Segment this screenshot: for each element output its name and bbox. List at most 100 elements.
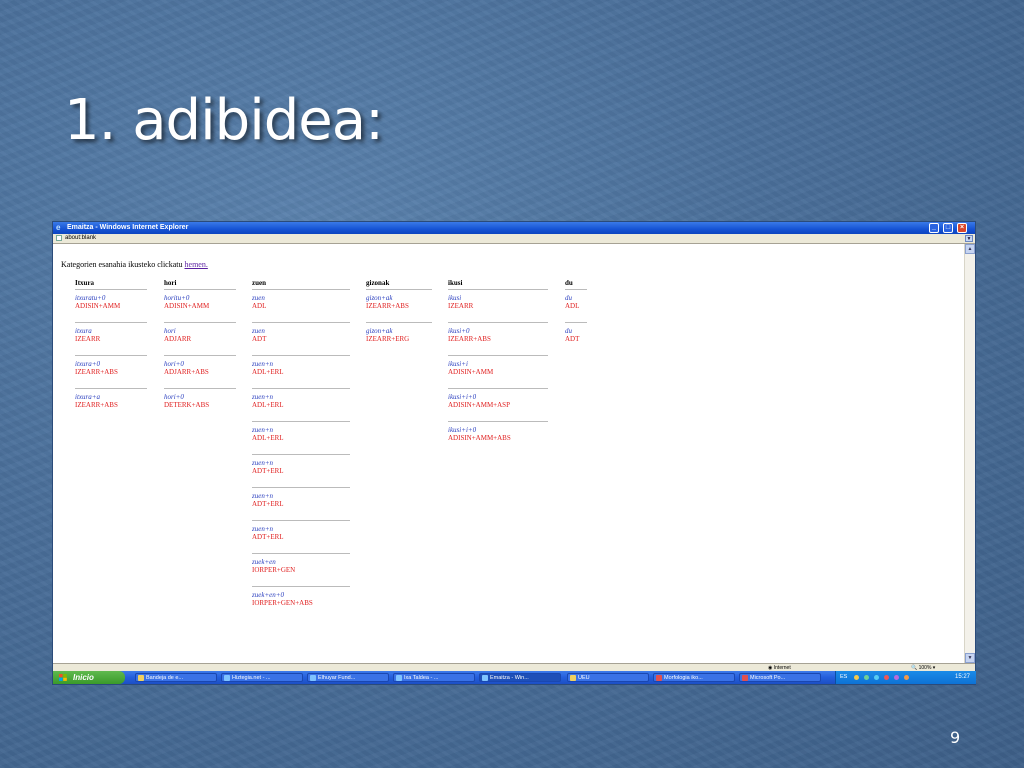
entry-tag: ADISIN+AMM: [164, 302, 210, 310]
entry-form: ikusi+i+0: [448, 393, 477, 401]
address-bar[interactable]: about:blank ▼: [53, 234, 975, 244]
entry-form: zuen+n: [252, 393, 274, 401]
entry-separator: [252, 289, 350, 290]
page-content: Kategorien esanahia ikusteko clickatu he…: [53, 244, 965, 663]
taskbar-button[interactable]: Ixa Taldea - ...: [393, 673, 475, 682]
column-header: hori: [164, 279, 177, 287]
hemen-link[interactable]: hemen.: [185, 260, 208, 269]
entry-form: zuen: [252, 327, 265, 335]
column-header: zuen: [252, 279, 266, 287]
ie-icon: e: [56, 223, 61, 232]
entry-form: zuek+en+0: [252, 591, 284, 599]
entry-separator: [448, 421, 548, 422]
entry-tag: ADL: [252, 302, 267, 310]
entry-tag: IORPER+GEN: [252, 566, 296, 574]
entry-tag: IORPER+GEN+ABS: [252, 599, 313, 607]
taskbar-button[interactable]: Emaitza - Win...: [479, 673, 561, 682]
entry-separator: [448, 388, 548, 389]
entry-form: itxura: [75, 327, 92, 335]
language-indicator[interactable]: ES: [840, 671, 847, 684]
tray-icon[interactable]: [884, 675, 889, 680]
address-text[interactable]: about:blank: [65, 234, 96, 243]
tray-icon[interactable]: [874, 675, 879, 680]
entry-separator: [75, 322, 147, 323]
column-header: du: [565, 279, 573, 287]
analysis-entry: zuen+n ADL+ERL: [252, 426, 284, 442]
entry-separator: [252, 520, 350, 521]
entry-form: zuen+n: [252, 426, 274, 434]
start-button[interactable]: Inicio: [53, 671, 125, 684]
scroll-down-icon[interactable]: ▼: [965, 653, 975, 663]
entry-separator: [252, 388, 350, 389]
entry-separator: [565, 322, 587, 323]
entry-separator: [164, 322, 236, 323]
clock: 15:27: [954, 674, 970, 680]
entry-separator: [75, 355, 147, 356]
analysis-entry: ikusi+i ADISIN+AMM: [448, 360, 493, 376]
entry-tag: DETERK+ABS: [164, 401, 210, 409]
entry-tag: IZEARR+ERG: [366, 335, 410, 343]
entry-tag: ADJARR+ABS: [164, 368, 209, 376]
analysis-entry: du ADL: [565, 294, 579, 310]
app-icon: [138, 675, 144, 681]
entry-separator: [448, 322, 548, 323]
analysis-entry: gizon+ak IZEARR+ABS: [366, 294, 409, 310]
close-icon[interactable]: ×: [957, 223, 967, 233]
page-icon: [56, 235, 62, 241]
app-icon: [396, 675, 402, 681]
vertical-scrollbar[interactable]: ▲ ▼: [964, 244, 975, 663]
taskbar-button[interactable]: UEU: [567, 673, 649, 682]
entry-form: zuen: [252, 294, 265, 302]
entry-form: hori+0: [164, 360, 184, 368]
entry-separator: [252, 553, 350, 554]
entry-tag: ADISIN+AMM+ASP: [448, 401, 510, 409]
entry-tag: IZEARR: [448, 302, 474, 310]
analysis-entry: zuen ADT: [252, 327, 266, 343]
entry-form: horitu+0: [164, 294, 190, 302]
window-title: Emaitza - Windows Internet Explorer: [67, 224, 189, 231]
taskbar-button[interactable]: Hiztegia.net - ...: [221, 673, 303, 682]
entry-tag: ADL+ERL: [252, 401, 284, 409]
browser-screenshot: e Emaitza - Windows Internet Explorer _ …: [52, 221, 976, 685]
app-icon: [482, 675, 488, 681]
taskbar-button[interactable]: Elhuyar Fund...: [307, 673, 389, 682]
entry-form: zuen+n: [252, 525, 274, 533]
entry-tag: ADISIN+AMM+ABS: [448, 434, 511, 442]
analysis-entry: itxura+0 IZEARR+ABS: [75, 360, 118, 376]
entry-tag: ADT: [252, 335, 267, 343]
taskbar-button[interactable]: Bandeja de e...: [135, 673, 217, 682]
entry-form: zuen+n: [252, 492, 274, 500]
window-titlebar[interactable]: e Emaitza - Windows Internet Explorer _ …: [53, 222, 975, 234]
entry-tag: IZEARR+ABS: [75, 368, 118, 376]
entry-separator: [75, 289, 147, 290]
entry-form: ikusi+i+0: [448, 426, 477, 434]
entry-form: zuen+n: [252, 459, 274, 467]
tray-icon[interactable]: [894, 675, 899, 680]
entry-form: itxuratu+0: [75, 294, 106, 302]
entry-form: hori: [164, 327, 176, 335]
analysis-entry: ikusi+i+0 ADISIN+AMM+ASP: [448, 393, 510, 409]
entry-separator: [252, 586, 350, 587]
tray-icon[interactable]: [854, 675, 859, 680]
entry-tag: ADISIN+AMM: [448, 368, 494, 376]
entry-separator: [448, 355, 548, 356]
entry-tag: ADT: [565, 335, 580, 343]
app-icon: [310, 675, 316, 681]
entry-tag: ADT+ERL: [252, 533, 284, 541]
chevron-down-icon[interactable]: ▼: [965, 235, 973, 242]
entry-form: zuek+en: [252, 558, 276, 566]
entry-separator: [252, 487, 350, 488]
taskbar-button[interactable]: Morfologia iko...: [653, 673, 735, 682]
tray-icon[interactable]: [864, 675, 869, 680]
entry-form: ikusi: [448, 294, 462, 302]
analysis-entry: ikusi+0 IZEARR+ABS: [448, 327, 491, 343]
taskbar-button[interactable]: Microsoft Po...: [739, 673, 821, 682]
entry-separator: [366, 289, 432, 290]
column-header: ikusi: [448, 279, 463, 287]
app-icon: [224, 675, 230, 681]
tray-icon[interactable]: [904, 675, 909, 680]
minimize-icon[interactable]: _: [929, 223, 939, 233]
maximize-icon[interactable]: □: [943, 223, 953, 233]
system-tray: ES 15:27: [835, 671, 976, 684]
scroll-up-icon[interactable]: ▲: [965, 244, 975, 254]
